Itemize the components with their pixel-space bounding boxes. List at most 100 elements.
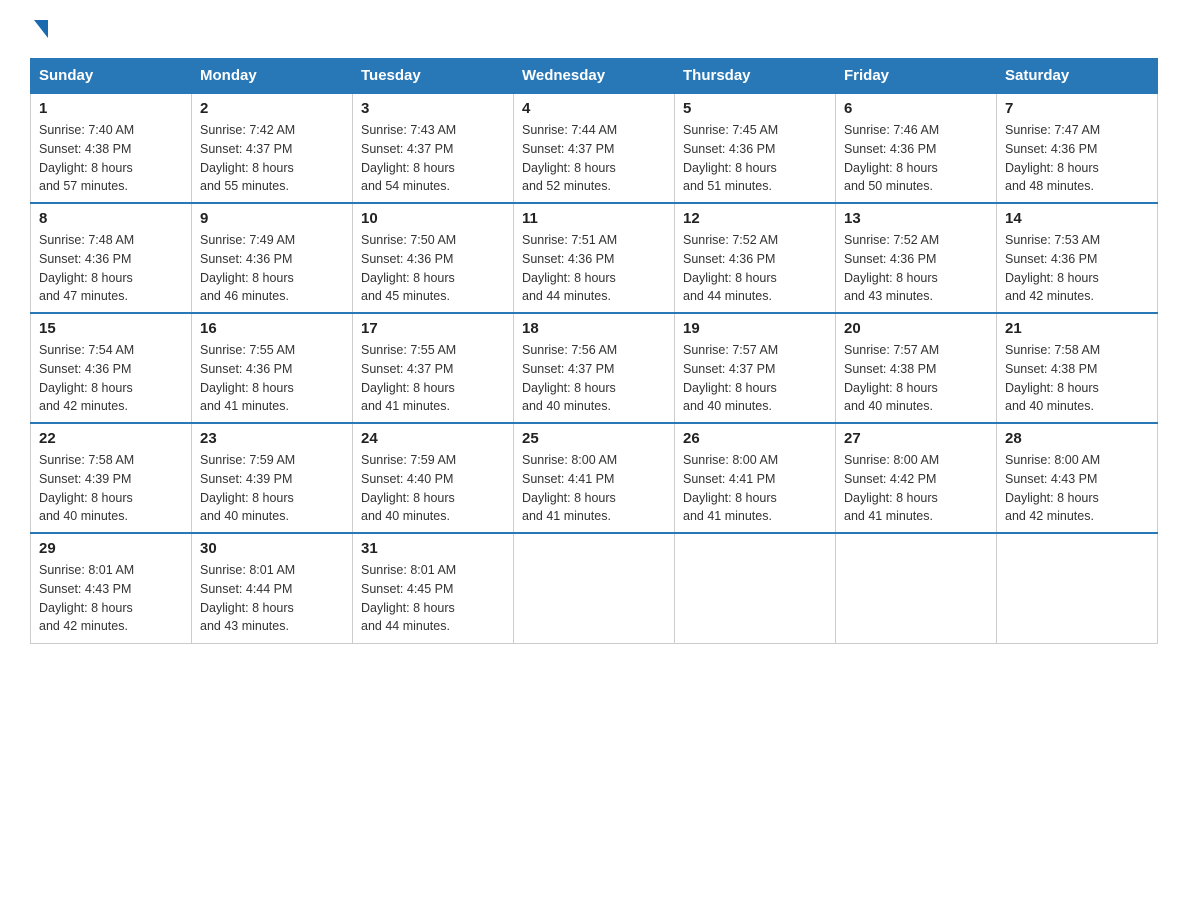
calendar-week-2: 8 Sunrise: 7:48 AMSunset: 4:36 PMDayligh… — [31, 203, 1158, 313]
day-info: Sunrise: 7:43 AMSunset: 4:37 PMDaylight:… — [361, 121, 505, 196]
day-number: 17 — [361, 320, 505, 337]
day-number: 23 — [200, 430, 344, 447]
day-number: 15 — [39, 320, 183, 337]
logo — [30, 20, 48, 38]
day-info: Sunrise: 7:48 AMSunset: 4:36 PMDaylight:… — [39, 231, 183, 306]
calendar-cell: 27 Sunrise: 8:00 AMSunset: 4:42 PMDaylig… — [836, 423, 997, 533]
calendar-cell: 26 Sunrise: 8:00 AMSunset: 4:41 PMDaylig… — [675, 423, 836, 533]
calendar-cell: 12 Sunrise: 7:52 AMSunset: 4:36 PMDaylig… — [675, 203, 836, 313]
day-number: 24 — [361, 430, 505, 447]
calendar-cell — [514, 533, 675, 643]
day-info: Sunrise: 8:01 AMSunset: 4:45 PMDaylight:… — [361, 561, 505, 636]
calendar-cell: 29 Sunrise: 8:01 AMSunset: 4:43 PMDaylig… — [31, 533, 192, 643]
day-number: 19 — [683, 320, 827, 337]
day-number: 30 — [200, 540, 344, 557]
day-number: 16 — [200, 320, 344, 337]
page-header — [30, 20, 1158, 38]
day-number: 8 — [39, 210, 183, 227]
day-info: Sunrise: 7:42 AMSunset: 4:37 PMDaylight:… — [200, 121, 344, 196]
day-number: 18 — [522, 320, 666, 337]
calendar-cell: 10 Sunrise: 7:50 AMSunset: 4:36 PMDaylig… — [353, 203, 514, 313]
day-number: 6 — [844, 100, 988, 117]
day-info: Sunrise: 7:59 AMSunset: 4:40 PMDaylight:… — [361, 451, 505, 526]
calendar-cell: 9 Sunrise: 7:49 AMSunset: 4:36 PMDayligh… — [192, 203, 353, 313]
day-number: 2 — [200, 100, 344, 117]
calendar-cell: 31 Sunrise: 8:01 AMSunset: 4:45 PMDaylig… — [353, 533, 514, 643]
calendar-week-3: 15 Sunrise: 7:54 AMSunset: 4:36 PMDaylig… — [31, 313, 1158, 423]
calendar-cell: 17 Sunrise: 7:55 AMSunset: 4:37 PMDaylig… — [353, 313, 514, 423]
day-info: Sunrise: 7:44 AMSunset: 4:37 PMDaylight:… — [522, 121, 666, 196]
day-number: 1 — [39, 100, 183, 117]
day-number: 3 — [361, 100, 505, 117]
day-info: Sunrise: 7:50 AMSunset: 4:36 PMDaylight:… — [361, 231, 505, 306]
calendar-week-1: 1 Sunrise: 7:40 AMSunset: 4:38 PMDayligh… — [31, 93, 1158, 203]
day-number: 12 — [683, 210, 827, 227]
day-info: Sunrise: 8:01 AMSunset: 4:44 PMDaylight:… — [200, 561, 344, 636]
col-header-sunday: Sunday — [31, 59, 192, 94]
day-info: Sunrise: 7:57 AMSunset: 4:37 PMDaylight:… — [683, 341, 827, 416]
calendar-cell: 1 Sunrise: 7:40 AMSunset: 4:38 PMDayligh… — [31, 93, 192, 203]
calendar-header: SundayMondayTuesdayWednesdayThursdayFrid… — [31, 59, 1158, 94]
calendar-cell: 16 Sunrise: 7:55 AMSunset: 4:36 PMDaylig… — [192, 313, 353, 423]
day-info: Sunrise: 7:40 AMSunset: 4:38 PMDaylight:… — [39, 121, 183, 196]
day-info: Sunrise: 7:51 AMSunset: 4:36 PMDaylight:… — [522, 231, 666, 306]
day-number: 25 — [522, 430, 666, 447]
day-number: 21 — [1005, 320, 1149, 337]
calendar-table: SundayMondayTuesdayWednesdayThursdayFrid… — [30, 58, 1158, 644]
day-info: Sunrise: 7:57 AMSunset: 4:38 PMDaylight:… — [844, 341, 988, 416]
calendar-cell — [997, 533, 1158, 643]
calendar-cell: 3 Sunrise: 7:43 AMSunset: 4:37 PMDayligh… — [353, 93, 514, 203]
day-number: 11 — [522, 210, 666, 227]
calendar-week-5: 29 Sunrise: 8:01 AMSunset: 4:43 PMDaylig… — [31, 533, 1158, 643]
calendar-cell: 6 Sunrise: 7:46 AMSunset: 4:36 PMDayligh… — [836, 93, 997, 203]
day-info: Sunrise: 7:47 AMSunset: 4:36 PMDaylight:… — [1005, 121, 1149, 196]
col-header-saturday: Saturday — [997, 59, 1158, 94]
day-number: 27 — [844, 430, 988, 447]
day-number: 5 — [683, 100, 827, 117]
day-info: Sunrise: 7:52 AMSunset: 4:36 PMDaylight:… — [683, 231, 827, 306]
day-info: Sunrise: 7:56 AMSunset: 4:37 PMDaylight:… — [522, 341, 666, 416]
calendar-cell: 11 Sunrise: 7:51 AMSunset: 4:36 PMDaylig… — [514, 203, 675, 313]
calendar-cell: 4 Sunrise: 7:44 AMSunset: 4:37 PMDayligh… — [514, 93, 675, 203]
day-number: 13 — [844, 210, 988, 227]
day-info: Sunrise: 8:00 AMSunset: 4:41 PMDaylight:… — [683, 451, 827, 526]
day-info: Sunrise: 7:53 AMSunset: 4:36 PMDaylight:… — [1005, 231, 1149, 306]
day-info: Sunrise: 7:46 AMSunset: 4:36 PMDaylight:… — [844, 121, 988, 196]
calendar-week-4: 22 Sunrise: 7:58 AMSunset: 4:39 PMDaylig… — [31, 423, 1158, 533]
day-number: 9 — [200, 210, 344, 227]
calendar-cell: 2 Sunrise: 7:42 AMSunset: 4:37 PMDayligh… — [192, 93, 353, 203]
day-number: 10 — [361, 210, 505, 227]
day-info: Sunrise: 7:55 AMSunset: 4:36 PMDaylight:… — [200, 341, 344, 416]
day-info: Sunrise: 7:59 AMSunset: 4:39 PMDaylight:… — [200, 451, 344, 526]
calendar-cell: 8 Sunrise: 7:48 AMSunset: 4:36 PMDayligh… — [31, 203, 192, 313]
calendar-cell: 15 Sunrise: 7:54 AMSunset: 4:36 PMDaylig… — [31, 313, 192, 423]
calendar-cell: 23 Sunrise: 7:59 AMSunset: 4:39 PMDaylig… — [192, 423, 353, 533]
day-number: 14 — [1005, 210, 1149, 227]
calendar-cell: 20 Sunrise: 7:57 AMSunset: 4:38 PMDaylig… — [836, 313, 997, 423]
day-number: 28 — [1005, 430, 1149, 447]
day-info: Sunrise: 7:58 AMSunset: 4:39 PMDaylight:… — [39, 451, 183, 526]
calendar-cell: 28 Sunrise: 8:00 AMSunset: 4:43 PMDaylig… — [997, 423, 1158, 533]
calendar-cell: 14 Sunrise: 7:53 AMSunset: 4:36 PMDaylig… — [997, 203, 1158, 313]
col-header-wednesday: Wednesday — [514, 59, 675, 94]
day-number: 20 — [844, 320, 988, 337]
calendar-cell: 18 Sunrise: 7:56 AMSunset: 4:37 PMDaylig… — [514, 313, 675, 423]
day-info: Sunrise: 7:55 AMSunset: 4:37 PMDaylight:… — [361, 341, 505, 416]
calendar-cell: 25 Sunrise: 8:00 AMSunset: 4:41 PMDaylig… — [514, 423, 675, 533]
day-info: Sunrise: 8:00 AMSunset: 4:43 PMDaylight:… — [1005, 451, 1149, 526]
calendar-cell: 5 Sunrise: 7:45 AMSunset: 4:36 PMDayligh… — [675, 93, 836, 203]
day-info: Sunrise: 7:52 AMSunset: 4:36 PMDaylight:… — [844, 231, 988, 306]
day-info: Sunrise: 7:58 AMSunset: 4:38 PMDaylight:… — [1005, 341, 1149, 416]
calendar-cell: 7 Sunrise: 7:47 AMSunset: 4:36 PMDayligh… — [997, 93, 1158, 203]
calendar-cell — [836, 533, 997, 643]
calendar-cell: 13 Sunrise: 7:52 AMSunset: 4:36 PMDaylig… — [836, 203, 997, 313]
logo-blue-text — [30, 20, 48, 38]
calendar-cell: 22 Sunrise: 7:58 AMSunset: 4:39 PMDaylig… — [31, 423, 192, 533]
col-header-thursday: Thursday — [675, 59, 836, 94]
day-number: 31 — [361, 540, 505, 557]
logo-triangle-icon — [34, 20, 48, 38]
day-number: 26 — [683, 430, 827, 447]
day-number: 4 — [522, 100, 666, 117]
col-header-tuesday: Tuesday — [353, 59, 514, 94]
day-info: Sunrise: 8:00 AMSunset: 4:42 PMDaylight:… — [844, 451, 988, 526]
